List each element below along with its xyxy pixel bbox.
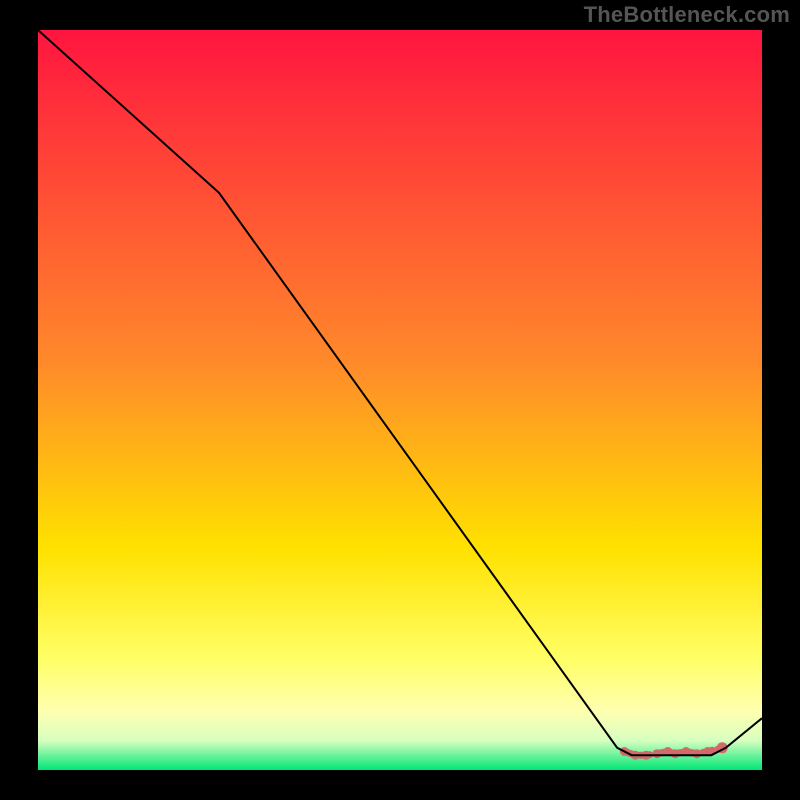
gradient-background	[38, 30, 762, 770]
watermark-text: TheBottleneck.com	[584, 2, 790, 28]
marker-dot	[692, 749, 701, 758]
chart-svg	[38, 30, 762, 770]
marker-dot	[653, 749, 662, 758]
marker-dot	[671, 749, 680, 758]
chart-frame: TheBottleneck.com	[0, 0, 800, 800]
plot-area	[38, 30, 762, 770]
